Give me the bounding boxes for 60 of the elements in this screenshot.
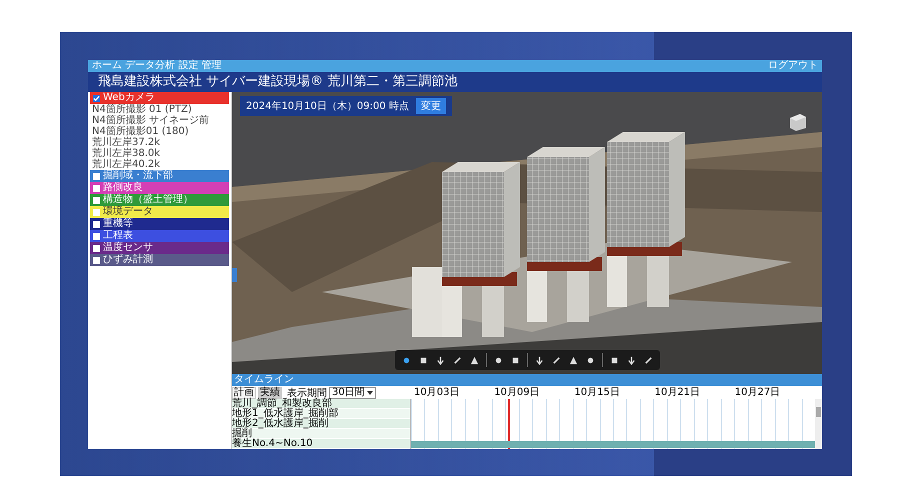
layer-item[interactable]: 掘削域・流下部	[90, 170, 229, 182]
layer-label: 路側改良	[103, 182, 143, 194]
layer-checkbox[interactable]	[93, 208, 100, 216]
site-title: 飛島建設株式会社 サイバー建設現場® 荒川第二・第三調節池	[98, 74, 458, 89]
layer-label: 環境データ	[103, 206, 153, 218]
camera-item[interactable]: 荒川左岸40.2k	[88, 159, 231, 170]
scrollbar	[815, 399, 822, 449]
date-label: 10月03日	[414, 386, 460, 399]
timeline-title: タイムライン	[234, 374, 294, 385]
layer-item[interactable]: 温度センサ	[90, 242, 229, 254]
layer-checkbox[interactable]	[93, 220, 100, 228]
layer-checkbox[interactable]	[93, 196, 100, 204]
tool-icon	[644, 356, 653, 364]
layer-item[interactable]: 重機等	[90, 218, 229, 230]
period-label: 表示期間	[287, 386, 327, 398]
layer-label: ひずみ計測	[103, 254, 153, 266]
mode-tab[interactable]: 実績	[258, 386, 282, 398]
tool-icon	[627, 356, 636, 364]
date-label: 10月27日	[734, 386, 780, 399]
layer-item[interactable]: 路側改良	[90, 182, 229, 194]
date-label: 10月21日	[654, 386, 700, 399]
layer-label: 構造物（盛土管理）	[103, 194, 193, 206]
camera-item[interactable]: 荒川左岸38.0k	[88, 148, 231, 159]
layer-label: 工程表	[103, 230, 133, 242]
layer-label: 温度センサ	[103, 242, 153, 254]
task-label: 養生No.4~No.10	[232, 439, 410, 449]
task-label: 掘削	[232, 429, 410, 439]
layer-label: 掘削域・流下部	[103, 170, 173, 182]
tool-icon	[535, 356, 544, 364]
date-label: 10月15日	[574, 386, 620, 399]
view-cube-icon[interactable]	[788, 112, 808, 132]
collapse-handle[interactable]	[232, 268, 237, 282]
date-text: 2024年10月10日（木）09:00 時点	[246, 100, 409, 113]
layer-item[interactable]: Webカメラ	[90, 92, 229, 104]
layer-checkbox[interactable]	[93, 94, 100, 102]
layer-item[interactable]: ひずみ計測	[90, 254, 229, 266]
layer-item[interactable]: 工程表	[90, 230, 229, 242]
layer-checkbox[interactable]	[93, 172, 100, 180]
tool-icon	[610, 356, 619, 364]
camera-item[interactable]: N4箇所撮影 サイネージ前	[88, 115, 231, 126]
layer-item[interactable]: 構造物（盛土管理）	[90, 194, 229, 206]
layer-label: Webカメラ	[103, 92, 155, 104]
layer-checkbox[interactable]	[93, 244, 100, 252]
caret-icon	[366, 390, 373, 394]
nav-menu: ホーム データ分析 設定 管理	[92, 60, 222, 72]
date-label: 10月09日	[494, 386, 540, 399]
task-label: 地形2_低水護岸_掘削	[232, 419, 410, 429]
layer-checkbox[interactable]	[93, 184, 100, 192]
tool-icon	[436, 356, 445, 364]
layer-checkbox[interactable]	[93, 232, 100, 240]
camera-item[interactable]: 荒川左岸37.2k	[88, 137, 231, 148]
camera-item[interactable]: N4箇所撮影 01 (PTZ)	[88, 104, 231, 115]
layer-item[interactable]: 環境データ	[90, 206, 229, 218]
camera-item[interactable]: N4箇所撮影01 (180)	[88, 126, 231, 137]
change-button[interactable]: 変更	[416, 98, 446, 114]
task-label: 荒川_調節_和製改良部	[232, 399, 410, 409]
task-label: 地形1_低水護岸_掘削部	[232, 409, 410, 419]
layer-checkbox[interactable]	[93, 256, 100, 264]
layer-label: 重機等	[103, 218, 133, 230]
mode-tab[interactable]: 計画	[232, 386, 256, 398]
